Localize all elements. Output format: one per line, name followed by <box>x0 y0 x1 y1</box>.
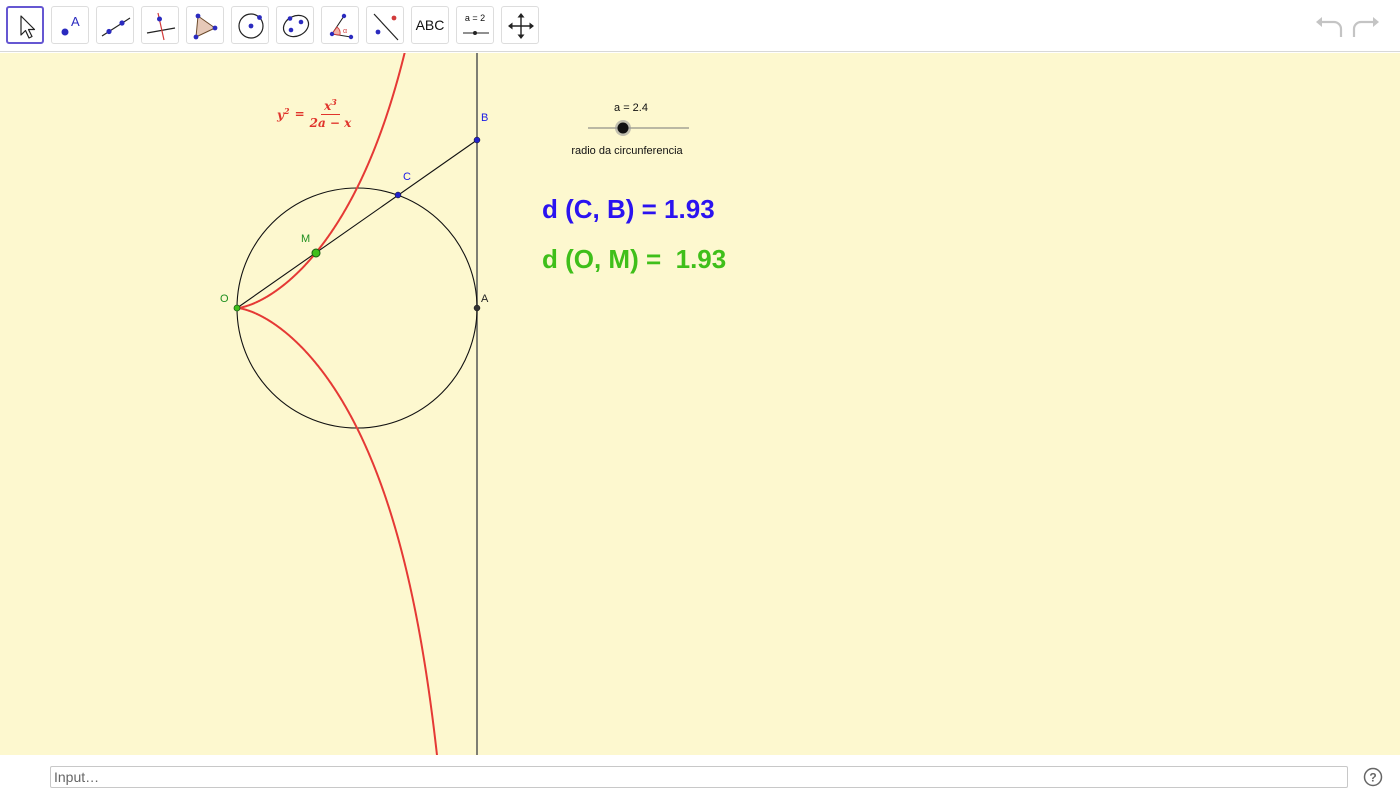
cissoid-curve[interactable] <box>236 53 438 755</box>
distance-o-m-text: d (O, M) = 1.93 <box>542 244 727 274</box>
slider-track-icon <box>463 31 489 35</box>
geometry-drawing <box>233 53 689 755</box>
help-icon[interactable]: ? <box>1363 767 1383 787</box>
segment-o-b[interactable] <box>236 139 478 309</box>
svg-text:α: α <box>343 28 347 35</box>
angle-icon: α <box>329 13 354 40</box>
equation-lhs-var: y <box>277 107 284 122</box>
label-a: A <box>481 293 489 305</box>
point-tool-text: A <box>71 14 80 29</box>
polygon-tool-button[interactable] <box>186 6 224 44</box>
point-o[interactable] <box>233 304 241 312</box>
reflect-about-line-icon <box>373 13 399 41</box>
algebra-input[interactable] <box>50 766 1348 788</box>
perpendicular-tool-button[interactable] <box>141 6 179 44</box>
toolbar: A α ABC a = 2 <box>0 0 1400 52</box>
distance-c-b-text: d (C, B) = 1.93 <box>542 194 715 224</box>
input-bar: ? <box>0 755 1400 800</box>
point-c[interactable] <box>394 191 402 199</box>
equation-denominator: 2a − x <box>309 116 352 130</box>
move-view-tool-button[interactable] <box>501 6 539 44</box>
angle-tool-button[interactable]: α <box>321 6 359 44</box>
redo-icon[interactable] <box>1350 13 1382 41</box>
circle-center-point-icon <box>238 13 264 39</box>
label-o: O <box>220 293 229 305</box>
reflect-tool-button[interactable] <box>366 6 404 44</box>
polygon-icon <box>193 13 218 40</box>
point-b[interactable] <box>473 136 481 144</box>
circle-tool-button[interactable] <box>231 6 269 44</box>
text-tool-button[interactable]: ABC <box>411 6 449 44</box>
label-b: B <box>481 112 489 124</box>
equation-fraction: x3 2a − x <box>310 97 352 130</box>
undo-icon[interactable] <box>1313 13 1345 41</box>
slider-handle[interactable] <box>617 122 629 134</box>
equation-num-exp: 3 <box>331 97 337 107</box>
point-a[interactable] <box>473 304 481 312</box>
move-tool-button[interactable] <box>6 6 44 44</box>
point-tool-button[interactable]: A <box>51 6 89 44</box>
point-icon: A <box>61 14 80 36</box>
point-m[interactable] <box>311 248 321 258</box>
slider-caption: a = 2.4 <box>614 102 648 114</box>
svg-text:?: ? <box>1369 771 1376 785</box>
line-through-points-icon <box>101 17 131 37</box>
slider-description: radio da circunferencia <box>571 145 683 157</box>
ellipse-icon <box>282 14 310 38</box>
curve-equation: y2 = x3 2a − x <box>277 97 351 130</box>
equation-numerator: x3 <box>321 97 340 115</box>
perpendicular-line-icon <box>146 12 176 41</box>
arrow-pointer-icon <box>20 15 36 39</box>
slider-tool-button[interactable]: a = 2 <box>456 6 494 44</box>
text-tool-icon: ABC <box>415 17 445 33</box>
move-graphics-view-icon <box>508 13 534 39</box>
equals-sign: = <box>294 106 305 121</box>
line-tool-button[interactable] <box>96 6 134 44</box>
equation-lhs: y2 <box>277 106 290 122</box>
conic-tool-button[interactable] <box>276 6 314 44</box>
equation-lhs-exp: 2 <box>283 105 290 116</box>
label-c: C <box>403 171 411 183</box>
graphics-view[interactable]: y2 = x3 2a − x B C M O A a = 2.4 radio d… <box>0 53 1400 755</box>
label-m: M <box>301 233 311 245</box>
